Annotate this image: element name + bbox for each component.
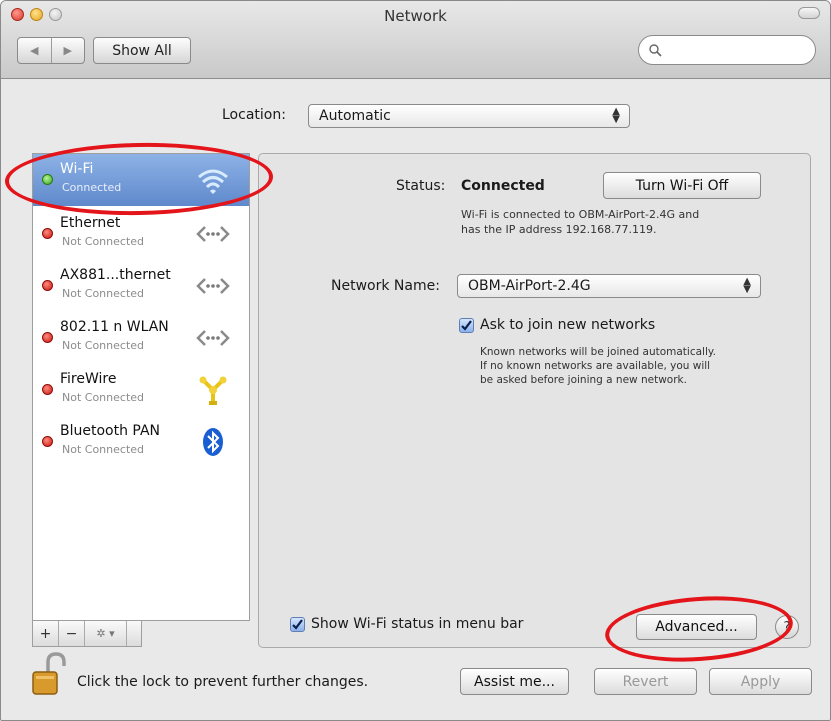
service-list-toolbar: + − ✲ ▾ — [32, 621, 142, 647]
service-name: Ethernet — [60, 215, 121, 231]
remove-service-button[interactable]: − — [59, 621, 85, 646]
status-description: Wi-Fi is connected to OBM-AirPort-2.4G a… — [461, 207, 771, 237]
search-field[interactable] — [638, 35, 816, 65]
window-title: Network — [384, 7, 447, 25]
status-label: Status: — [396, 178, 446, 194]
ask-to-join-description: Known networks will be joined automatica… — [480, 345, 770, 387]
service-list[interactable]: Wi-Fi Connected Ethernet Not Connected A… — [32, 153, 250, 621]
service-name: 802.11 n WLAN — [60, 319, 169, 335]
ethernet-icon — [196, 226, 230, 242]
title-bar: Network ◀ ▶ Show All — [1, 1, 830, 79]
service-status: Not Connected — [62, 287, 145, 300]
network-preferences-window: Network ◀ ▶ Show All Location: Automatic… — [0, 0, 831, 721]
ask-description-line: Known networks will be joined automatica… — [480, 346, 716, 358]
revert-button[interactable]: Revert — [594, 668, 697, 695]
search-input[interactable] — [666, 42, 815, 58]
checkmark-icon — [290, 616, 305, 632]
status-dot-icon — [42, 384, 53, 395]
apply-button[interactable]: Apply — [709, 668, 812, 695]
service-name: Bluetooth PAN — [60, 423, 161, 439]
service-status: Not Connected — [62, 443, 145, 456]
lock-icon[interactable] — [30, 652, 66, 697]
advanced-button[interactable]: Advanced... — [636, 614, 757, 640]
service-name: Wi-Fi — [60, 161, 94, 177]
ask-description-line: be asked before joining a new network. — [480, 374, 687, 386]
service-status: Not Connected — [62, 391, 145, 404]
help-button[interactable]: ? — [775, 615, 799, 639]
status-description-line: Wi-Fi is connected to OBM-AirPort-2.4G a… — [461, 208, 700, 221]
add-service-button[interactable]: + — [33, 621, 59, 646]
popup-arrows-icon: ▲ ▼ — [743, 276, 751, 295]
service-item-wlan[interactable]: 802.11 n WLAN Not Connected — [33, 312, 249, 364]
turn-wifi-off-button[interactable]: Turn Wi-Fi Off — [603, 172, 761, 199]
service-item-wifi[interactable]: Wi-Fi Connected — [33, 154, 249, 206]
back-forward-control: ◀ ▶ — [17, 37, 85, 64]
checkmark-icon — [459, 317, 474, 333]
assist-me-button[interactable]: Assist me... — [460, 668, 569, 695]
status-dot-icon — [42, 436, 53, 447]
service-status: Not Connected — [62, 339, 145, 352]
service-item-firewire[interactable]: FireWire Not Connected — [33, 364, 249, 416]
ask-description-line: If no known networks are available, you … — [480, 360, 711, 372]
wifi-icon — [198, 169, 228, 194]
status-description-line: has the IP address 192.168.77.119. — [461, 223, 657, 236]
service-status: Connected — [62, 181, 122, 194]
network-name-label: Network Name: — [331, 278, 440, 294]
service-item-bluetooth-pan[interactable]: Bluetooth PAN Not Connected — [33, 416, 249, 468]
show-all-button[interactable]: Show All — [93, 37, 191, 64]
status-value: Connected — [461, 178, 545, 194]
service-status: Not Connected — [62, 235, 145, 248]
network-name-value: OBM-AirPort-2.4G — [468, 278, 591, 294]
ask-to-join-checkbox[interactable]: Ask to join new networks — [459, 317, 655, 333]
firewire-icon — [199, 376, 227, 405]
location-popup[interactable]: Automatic ▲ ▼ — [308, 104, 630, 128]
service-item-ax88179[interactable]: AX881...thernet Not Connected — [33, 260, 249, 312]
show-wifi-status-checkbox[interactable]: Show Wi-Fi status in menu bar — [290, 616, 523, 632]
forward-button[interactable]: ▶ — [50, 38, 85, 63]
service-name: AX881...thernet — [60, 267, 171, 283]
action-menu-button[interactable]: ✲ ▾ — [85, 621, 127, 646]
ethernet-icon — [196, 278, 230, 294]
popup-arrows-icon: ▲ ▼ — [612, 106, 620, 125]
status-dot-icon — [42, 174, 53, 185]
bluetooth-icon — [203, 428, 223, 456]
toolbar-toggle-button[interactable] — [798, 7, 820, 19]
status-dot-icon — [42, 280, 53, 291]
lock-message: Click the lock to prevent further change… — [77, 674, 369, 690]
search-icon — [649, 43, 662, 57]
location-value: Automatic — [319, 108, 391, 124]
status-dot-icon — [42, 228, 53, 239]
ask-to-join-label: Ask to join new networks — [480, 317, 656, 333]
service-name: FireWire — [60, 371, 117, 387]
network-name-popup[interactable]: OBM-AirPort-2.4G ▲ ▼ — [457, 274, 761, 298]
status-dot-icon — [42, 332, 53, 343]
ethernet-icon — [196, 330, 230, 346]
location-label: Location: — [222, 107, 286, 123]
show-wifi-status-label: Show Wi-Fi status in menu bar — [311, 616, 524, 632]
back-button[interactable]: ◀ — [18, 38, 51, 63]
service-item-ethernet[interactable]: Ethernet Not Connected — [33, 208, 249, 260]
